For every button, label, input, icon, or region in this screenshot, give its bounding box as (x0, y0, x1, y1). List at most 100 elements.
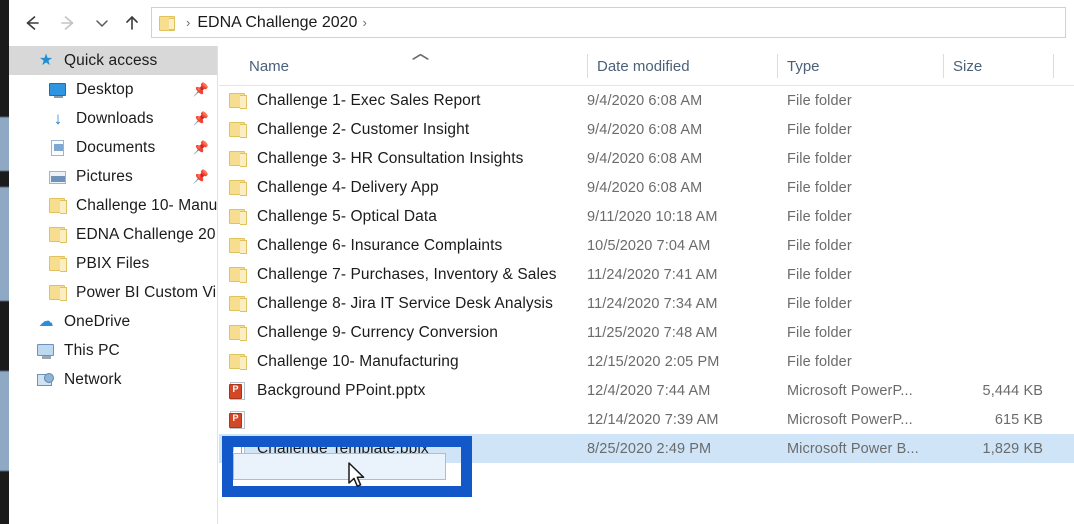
navpane-item-label: Documents (76, 139, 155, 157)
file-row[interactable]: Challenge 10- Manufacturing12/15/2020 2:… (219, 347, 1074, 376)
file-row[interactable]: 12/14/2020 7:39 AMMicrosoft PowerP...615… (219, 405, 1074, 434)
file-date-label: 10/5/2020 7:04 AM (587, 238, 710, 254)
address-bar[interactable]: › EDNA Challenge 2020 › (151, 7, 1066, 38)
pictures-icon (47, 167, 69, 187)
file-type-label: Microsoft PowerP... (787, 383, 913, 399)
window-left-edge-strip (0, 0, 9, 524)
file-name-cell[interactable]: Challenge 9- Currency Conversion (219, 318, 498, 347)
file-date-label: 9/4/2020 6:08 AM (587, 122, 702, 138)
pin-icon[interactable]: 📌 (193, 82, 209, 98)
file-name-label: Challenge 10- Manufacturing (257, 353, 459, 371)
navpane-item-label: Power BI Custom Vi (76, 284, 216, 302)
folder-icon (47, 283, 69, 303)
explorer-body: ★Quick accessDesktop📌↓Downloads📌Document… (9, 46, 1074, 524)
recent-locations-chevron-icon[interactable] (87, 8, 117, 38)
file-explorer-window: › EDNA Challenge 2020 › ★ Quick access Des… (0, 0, 1074, 524)
file-list-pane: Name Date modified Type Size (219, 46, 1074, 524)
file-row[interactable]: Background PPoint.pptx 12/4/2020 7:44 AM M… (219, 376, 1074, 405)
file-name-cell[interactable]: Challenge 8- Jira IT Service Desk Analys… (219, 289, 553, 318)
file-row[interactable]: Challenge 1- Exec Sales Report9/4/2020 6… (219, 86, 1074, 115)
file-name-cell[interactable]: Background PPoint.pptx (219, 376, 426, 405)
folder-icon (47, 196, 69, 216)
column-header-name[interactable]: Name (239, 46, 587, 86)
documents-icon (47, 138, 69, 158)
file-size-cell (943, 173, 1043, 202)
file-name-cell[interactable]: Challenge 6- Insurance Complaints (219, 231, 502, 260)
breadcrumb-trailing-separator-icon[interactable]: › (357, 15, 373, 30)
pin-icon[interactable]: 📌 (193, 140, 209, 156)
file-type-label: File folder (787, 238, 852, 254)
navpane-item-desktop[interactable]: Desktop📌 (9, 75, 217, 104)
navpane-item-power-bi-custom-vi[interactable]: Power BI Custom Vi (9, 278, 217, 307)
navpane-item-label: EDNA Challenge 20 (76, 226, 216, 244)
file-type-label: File folder (787, 151, 852, 167)
file-row[interactable]: Challenge 6- Insurance Complaints 10/5/20… (219, 231, 1074, 260)
star-icon: ★ (35, 51, 57, 71)
pin-icon[interactable]: 📌 (193, 169, 209, 185)
navpane-item-network[interactable]: Network (9, 365, 217, 394)
file-row[interactable]: Challenge 4- Delivery App9/4/2020 6:08 A… (219, 173, 1074, 202)
pin-icon[interactable]: 📌 (193, 111, 209, 127)
file-name-cell[interactable]: Challenge 1- Exec Sales Report (219, 86, 481, 115)
powerpoint-icon (227, 381, 249, 401)
column-divider-size-end[interactable] (1053, 54, 1054, 78)
file-name-cell[interactable]: Challenge 10- Manufacturing (219, 347, 459, 376)
file-size-cell (943, 86, 1043, 115)
file-type-label: Microsoft Power B... (787, 441, 919, 457)
file-name-cell[interactable]: Challenge 5- Optical Data (219, 202, 437, 231)
back-arrow-icon[interactable] (17, 8, 47, 38)
file-name-cell[interactable]: Challenge 3- HR Consultation Insights (219, 144, 523, 173)
file-name-cell[interactable]: Challenge Template.pbix (219, 434, 429, 463)
file-name-cell[interactable]: Challenge 2- Customer Insight (219, 115, 469, 144)
file-name-cell[interactable] (219, 405, 257, 434)
navpane-item-quick-access[interactable]: ★ Quick access (9, 46, 217, 75)
navpane-item-pictures[interactable]: Pictures 📌 (9, 162, 217, 191)
file-row[interactable]: Challenge 8- Jira IT Service Desk Analys… (219, 289, 1074, 318)
navpane-item-this-pc[interactable]: This PC (9, 336, 217, 365)
navpane-item-pbix-files[interactable]: PBIX Files (9, 249, 217, 278)
column-header-type[interactable]: Type (777, 46, 943, 86)
file-date-cell: 8/25/2020 2:49 PM (587, 434, 711, 463)
desktop-icon (47, 80, 69, 100)
up-arrow-icon[interactable] (117, 8, 147, 38)
file-row[interactable]: Challenge 9- Currency Conversion11/25/20… (219, 318, 1074, 347)
navpane-item-label: Quick access (64, 52, 157, 70)
file-date-label: 12/4/2020 7:44 AM (587, 383, 710, 399)
file-row[interactable]: Challenge 5- Optical Data9/11/2020 10:18… (219, 202, 1074, 231)
file-type-cell: File folder (787, 115, 852, 144)
file-type-cell: File folder (787, 144, 852, 173)
file-row[interactable]: Challenge Template.pbix 8/25/2020 2:49 PM… (219, 434, 1074, 463)
file-row[interactable]: Challenge 3- HR Consultation Insights9/4… (219, 144, 1074, 173)
file-type-cell: Microsoft PowerP... (787, 405, 913, 434)
forward-arrow-icon[interactable] (53, 8, 83, 38)
file-name-label: Challenge 4- Delivery App (257, 179, 439, 197)
breadcrumb-path-label[interactable]: EDNA Challenge 2020 (197, 14, 357, 32)
file-row[interactable]: Challenge 2- Customer Insight 9/4/2020 6:… (219, 115, 1074, 144)
file-date-cell: 12/14/2020 7:39 AM (587, 405, 719, 434)
file-type-label: Microsoft PowerP... (787, 412, 913, 428)
download-icon: ↓ (47, 109, 69, 129)
file-name-cell[interactable]: Challenge 4- Delivery App (219, 173, 439, 202)
file-name-cell[interactable]: Challenge 7- Purchases, Inventory & Sale… (219, 260, 557, 289)
file-row[interactable]: Challenge 7- Purchases, Inventory & Sale… (219, 260, 1074, 289)
column-header-row: Name Date modified Type Size (219, 46, 1074, 86)
file-type-cell: Microsoft PowerP... (787, 376, 913, 405)
file-date-label: 11/24/2020 7:34 AM (587, 296, 718, 312)
file-name-label: Challenge 2- Customer Insight (257, 121, 469, 139)
column-header-size[interactable]: Size (943, 46, 1053, 86)
navpane-item-label: OneDrive (64, 313, 130, 331)
breadcrumb-separator-icon[interactable]: › (181, 15, 197, 30)
navpane-item-onedrive[interactable]: ☁OneDrive (9, 307, 217, 336)
navpane-item-documents[interactable]: Documents 📌 (9, 133, 217, 162)
navpane-item-challenge-10-manu[interactable]: Challenge 10- Manu (9, 191, 217, 220)
column-header-date-modified[interactable]: Date modified (587, 46, 787, 86)
folder-icon (227, 352, 249, 372)
navpane-item-downloads[interactable]: ↓Downloads📌 (9, 104, 217, 133)
navpane-item-label: This PC (64, 342, 120, 360)
file-size-cell (943, 347, 1043, 376)
folder-icon (227, 265, 249, 285)
file-type-label: File folder (787, 354, 852, 370)
navpane-item-label: Pictures (76, 168, 133, 186)
file-type-cell: File folder (787, 347, 852, 376)
navpane-item-edna-challenge-20[interactable]: EDNA Challenge 20 (9, 220, 217, 249)
